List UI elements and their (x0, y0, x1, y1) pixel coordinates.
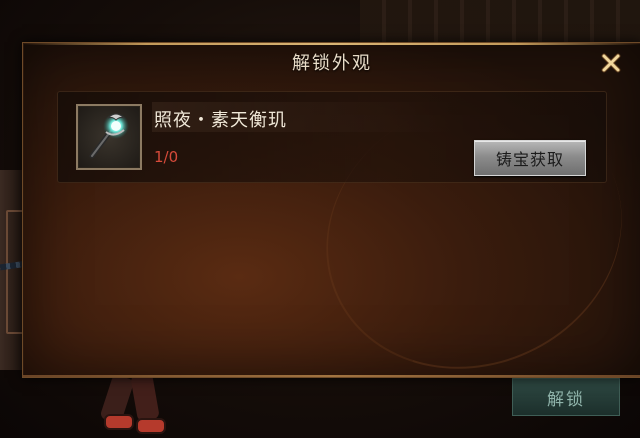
obtain-via-forging-button[interactable]: 铸宝获取 (474, 140, 586, 176)
unlock-appearance-dialog: 解锁外观 照夜・素天衡玑 1/0 铸宝获取 (22, 42, 640, 417)
game-scene: 解锁 解锁外观 照夜・素天衡玑 1/0 铸宝获取 (0, 0, 640, 438)
item-count: 1/0 (154, 148, 179, 166)
character-leg (130, 372, 160, 422)
background-character-legs (99, 370, 170, 438)
character-boot (104, 414, 134, 430)
close-x-icon (601, 53, 621, 73)
close-button[interactable] (597, 49, 625, 77)
background-beams (360, 0, 640, 44)
unlock-button[interactable]: 解锁 (512, 378, 620, 416)
item-row: 照夜・素天衡玑 1/0 铸宝获取 (57, 91, 607, 183)
item-name: 照夜・素天衡玑 (154, 110, 287, 131)
character-boot (136, 418, 166, 434)
item-icon-frame[interactable] (76, 104, 142, 170)
dialog-title: 解锁外观 (292, 53, 372, 74)
jade-staff-icon (89, 113, 129, 159)
